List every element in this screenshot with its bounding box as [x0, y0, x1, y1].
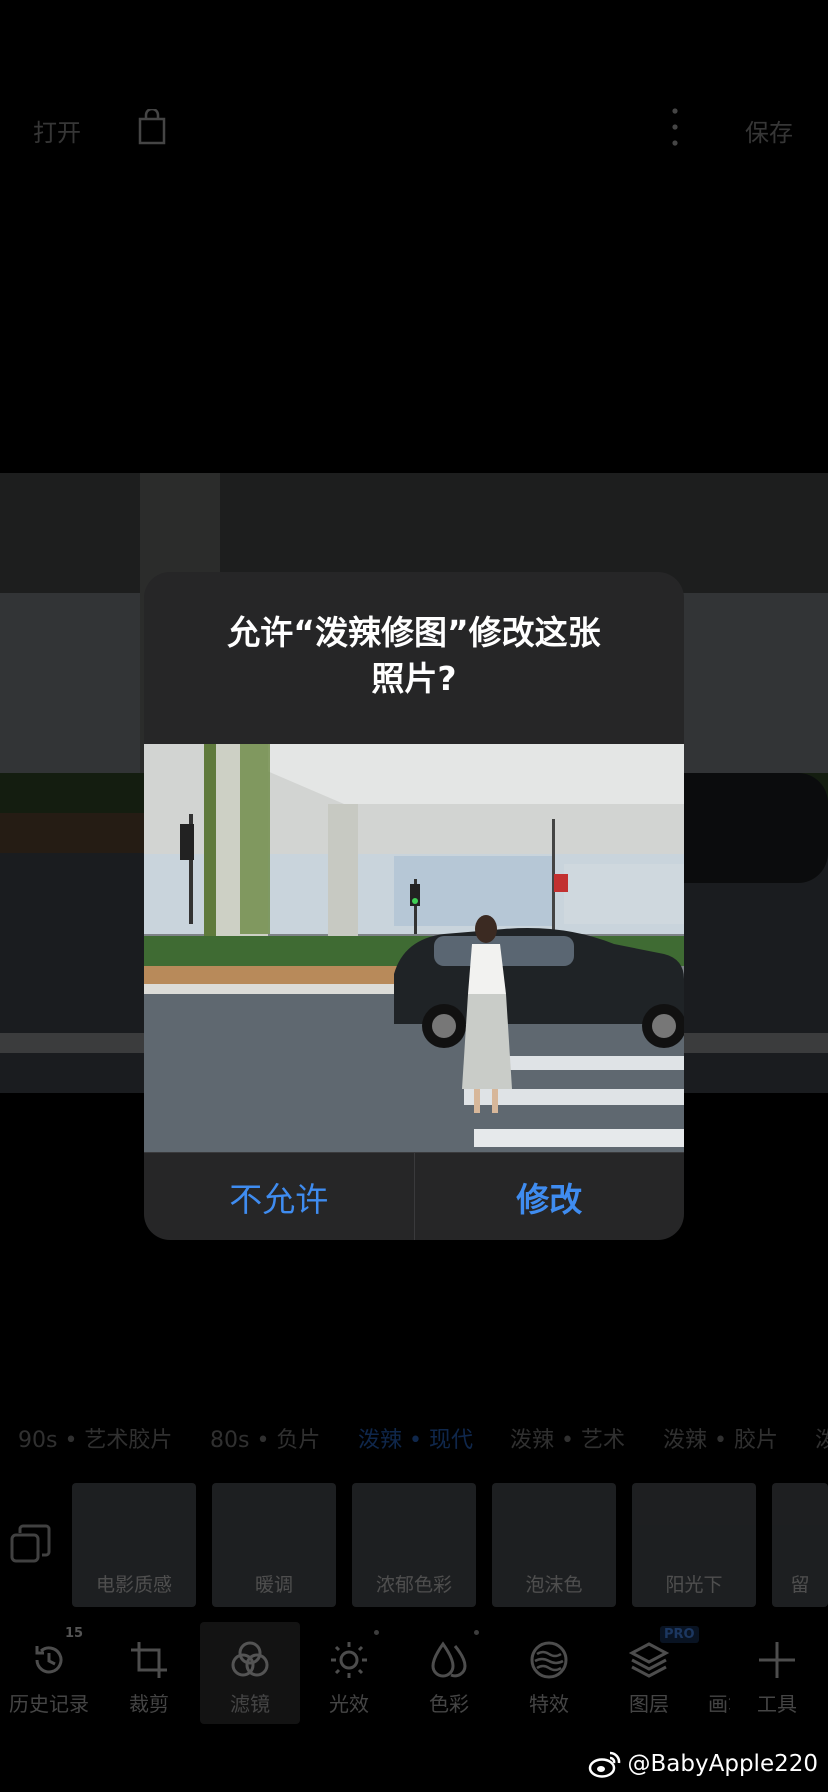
filter-thumb-rich-color[interactable]: 浓郁色彩 — [352, 1483, 476, 1607]
tool-color[interactable]: 色彩 — [404, 1622, 494, 1724]
layers-icon — [629, 1642, 669, 1678]
tool-label: 历史记录 — [9, 1692, 89, 1716]
tool-label: 图层 — [629, 1692, 669, 1716]
alert-title: 允许“泼辣修图”修改这张 照片? — [164, 610, 664, 702]
tool-layers[interactable]: PRO 图层 — [604, 1622, 699, 1724]
color-icon — [431, 1641, 467, 1678]
tab-more[interactable]: 泼 — [815, 1422, 828, 1454]
alert-title-line1: 允许“泼辣修图”修改这张 — [227, 613, 601, 652]
watermark: @BabyApple220 — [588, 1750, 818, 1778]
history-count-badge: 15 — [65, 1626, 84, 1641]
tab-90s-film[interactable]: 90s • 艺术胶片 — [18, 1422, 172, 1454]
tool-label: 画笔 — [708, 1692, 730, 1716]
tool-label: 滤镜 — [230, 1692, 270, 1716]
filters-icon — [231, 1641, 269, 1677]
filter-label: 留 — [790, 1574, 810, 1596]
filter-category-tabs: 90s • 艺术胶片 80s • 负片 泼辣 • 现代 泼辣 • 艺术 泼辣 •… — [0, 1418, 828, 1458]
tool-brush[interactable]: 画笔 — [686, 1622, 730, 1724]
filter-label: 浓郁色彩 — [375, 1574, 452, 1596]
tool-label: 工具 — [757, 1692, 797, 1716]
tool-label: 光效 — [329, 1692, 369, 1716]
photo-preview-image — [144, 744, 684, 1152]
new-dot — [374, 1630, 379, 1635]
new-dot — [474, 1630, 479, 1635]
filter-thumbnails: 电影质感 暖调 浓郁色彩 泡沫色 阳光下 留 — [0, 1483, 828, 1608]
filter-label: 电影质感 — [95, 1574, 172, 1596]
filter-thumb-partial[interactable]: 留 — [772, 1483, 828, 1607]
alert-buttons: 不允许 修改 — [144, 1152, 684, 1240]
filter-thumb-sunlight[interactable]: 阳光下 — [632, 1483, 756, 1607]
filter-thumb-warm[interactable]: 暖调 — [212, 1483, 336, 1607]
weibo-icon — [588, 1751, 620, 1778]
tool-crop[interactable]: 裁剪 — [104, 1622, 194, 1724]
allow-modify-button[interactable]: 修改 — [413, 1153, 685, 1240]
tool-label: 裁剪 — [129, 1692, 169, 1716]
tab-polarr-modern[interactable]: 泼辣 • 现代 — [358, 1422, 473, 1454]
tab-polarr-film[interactable]: 泼辣 • 胶片 — [663, 1422, 778, 1454]
tool-effects[interactable]: 特效 — [504, 1622, 594, 1724]
watermark-text: @BabyApple220 — [627, 1751, 818, 1777]
effects-icon — [530, 1641, 568, 1679]
history-icon — [35, 1646, 63, 1674]
tool-filters[interactable]: 滤镜 — [200, 1622, 300, 1724]
filter-label: 阳光下 — [665, 1574, 723, 1596]
plus-icon — [759, 1642, 795, 1678]
stack-icon[interactable] — [10, 1523, 52, 1565]
filter-label: 暖调 — [254, 1574, 293, 1596]
tool-label: 色彩 — [429, 1692, 469, 1716]
tool-tools[interactable]: 工具 — [732, 1622, 822, 1724]
tool-label: 特效 — [529, 1692, 569, 1716]
permission-alert: 允许“泼辣修图”修改这张 照片? 不允许 修改 — [144, 572, 684, 1240]
tab-80s-negative[interactable]: 80s • 负片 — [210, 1422, 320, 1454]
tab-polarr-art[interactable]: 泼辣 • 艺术 — [510, 1422, 625, 1454]
filter-thumb-cinematic[interactable]: 电影质感 — [72, 1483, 196, 1607]
deny-button[interactable]: 不允许 — [144, 1153, 414, 1240]
alert-title-line2: 照片? — [371, 659, 457, 698]
filter-label: 泡沫色 — [525, 1574, 583, 1596]
crop-icon — [131, 1642, 167, 1678]
filter-thumb-foam[interactable]: 泡沫色 — [492, 1483, 616, 1607]
bottom-toolbar: 15 历史记录 裁剪 滤镜 光效 色彩 特效 PRO 图层 画 工具 — [0, 1622, 828, 1724]
alert-photo-preview — [144, 744, 684, 1152]
tool-history[interactable]: 15 历史记录 — [4, 1622, 94, 1724]
tool-light[interactable]: 光效 — [304, 1622, 394, 1724]
light-icon — [331, 1642, 367, 1678]
